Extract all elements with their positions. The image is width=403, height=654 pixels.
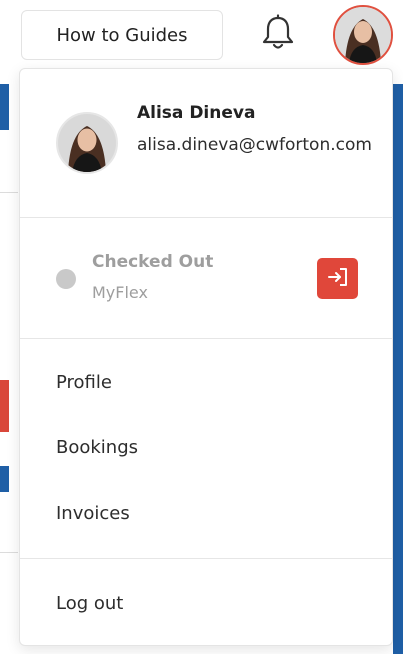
user-email: alisa.dineva@cwforton.com — [137, 135, 372, 155]
how-to-guides-button[interactable]: How to Guides — [21, 10, 223, 60]
check-status-location: MyFlex — [92, 283, 148, 302]
background-panel — [0, 84, 9, 130]
check-status-title: Checked Out — [92, 252, 214, 272]
check-in-icon — [327, 267, 349, 291]
menu-item-bookings[interactable]: Bookings — [56, 437, 138, 458]
avatar[interactable] — [333, 5, 393, 65]
avatar — [56, 112, 118, 174]
user-name: Alisa Dineva — [137, 103, 256, 123]
bell-icon — [261, 14, 295, 56]
background-panel — [0, 466, 9, 492]
account-dropdown-menu: Alisa Dineva alisa.dineva@cwforton.com C… — [19, 68, 393, 646]
menu-divider — [20, 338, 392, 339]
background-panel — [393, 84, 403, 654]
status-indicator-dot — [56, 269, 76, 289]
check-in-button[interactable] — [317, 258, 358, 299]
menu-divider — [20, 217, 392, 218]
background-divider — [0, 552, 18, 553]
menu-item-invoices[interactable]: Invoices — [56, 503, 130, 524]
profile-summary: Alisa Dineva alisa.dineva@cwforton.com — [20, 69, 392, 217]
background-divider — [0, 192, 18, 193]
background-panel — [0, 380, 9, 432]
logout-button[interactable]: Log out — [56, 593, 123, 614]
menu-item-profile[interactable]: Profile — [56, 372, 112, 393]
how-to-guides-label: How to Guides — [56, 24, 188, 46]
notifications-button[interactable] — [258, 14, 298, 56]
menu-divider — [20, 558, 392, 559]
